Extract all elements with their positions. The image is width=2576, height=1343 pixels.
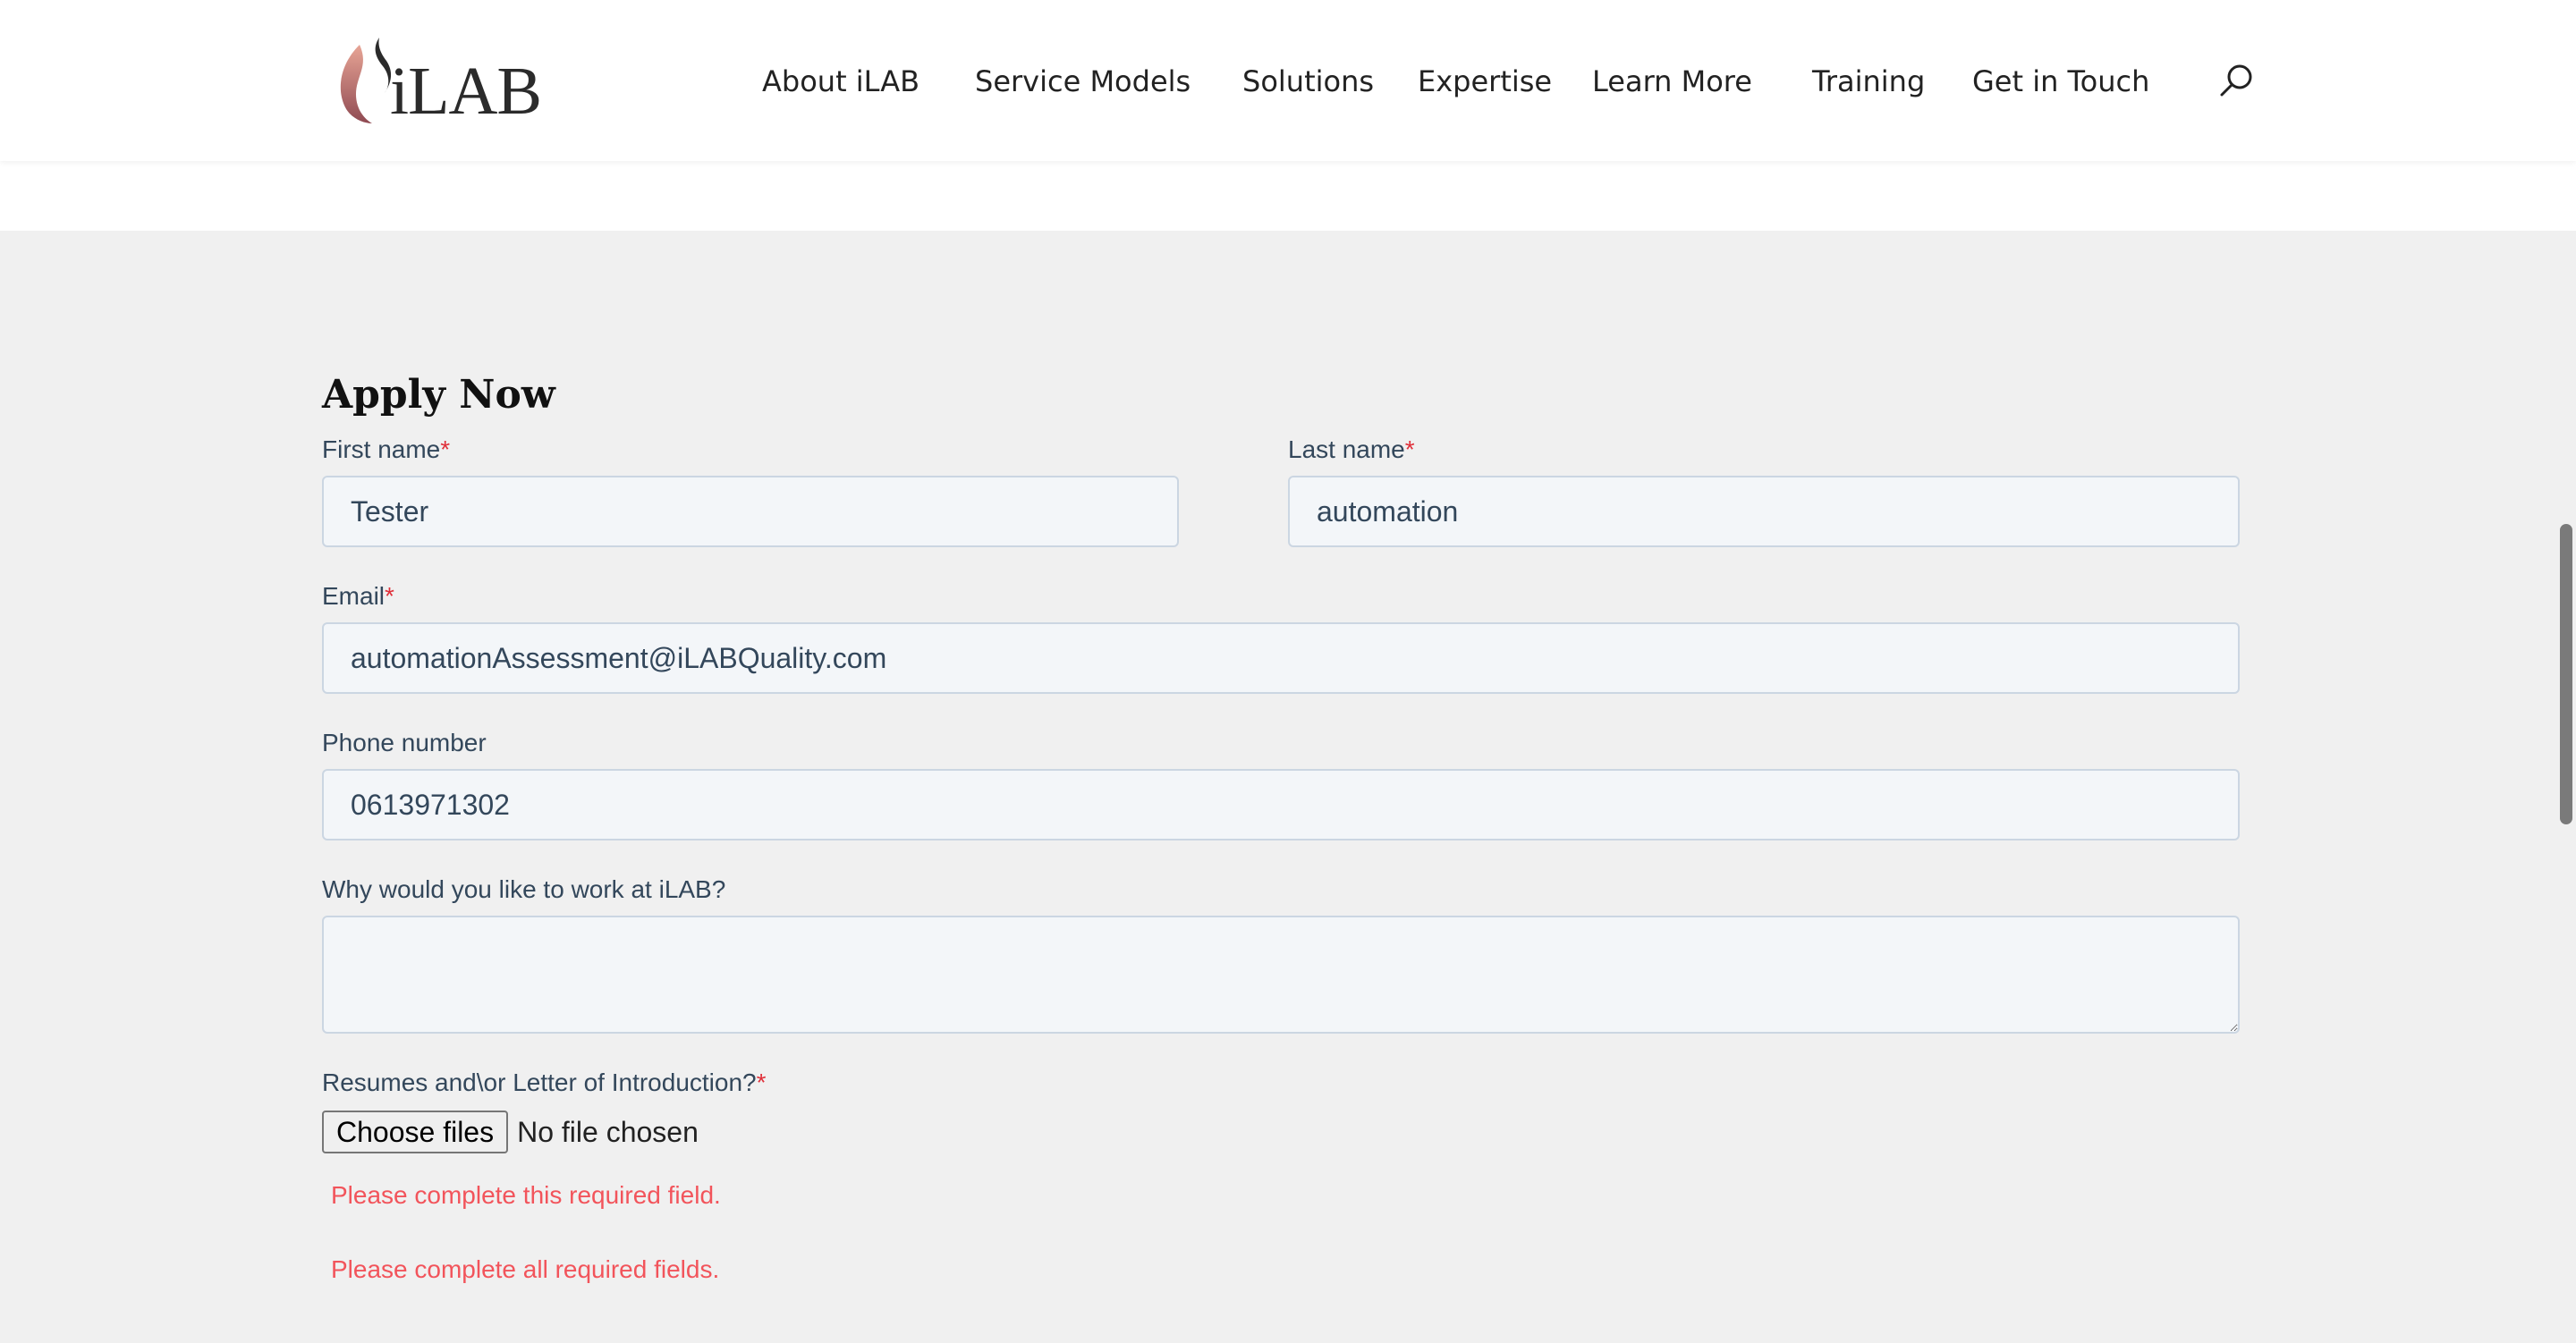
- form-error-message: Please complete all required fields.: [331, 1255, 720, 1283]
- nav-item-training[interactable]: Training: [1812, 59, 1925, 104]
- phone-field[interactable]: [322, 769, 2240, 840]
- file-status: No file chosen: [517, 1115, 699, 1148]
- required-marker: *: [385, 582, 394, 610]
- nav-item-solutions[interactable]: Solutions: [1242, 59, 1374, 104]
- first-name-label: First name*: [322, 435, 451, 463]
- required-marker: *: [756, 1068, 767, 1096]
- required-marker: *: [440, 435, 451, 463]
- page-scrollbar[interactable]: [2555, 0, 2576, 1343]
- phone-label: Phone number: [322, 729, 487, 756]
- first-name-field[interactable]: [322, 476, 1179, 547]
- nav-item-learn-more[interactable]: Learn More: [1592, 59, 1752, 104]
- email-field[interactable]: [322, 622, 2240, 694]
- nav-item-service-models[interactable]: Service Models: [975, 59, 1191, 104]
- why-label: Why would you like to work at iLAB?: [322, 875, 726, 903]
- flame-logo-icon: [340, 38, 392, 123]
- resume-label: Resumes and\or Letter of Introduction?*: [322, 1068, 767, 1096]
- header-spacer: [0, 161, 2576, 231]
- page: iLAB About iLAB Service Models Solutions…: [0, 0, 2576, 1343]
- nav-item-get-in-touch[interactable]: Get in Touch: [1972, 59, 2149, 104]
- scrollbar-thumb[interactable]: [2560, 524, 2572, 824]
- last-name-field[interactable]: [1288, 476, 2240, 547]
- email-label: Email*: [322, 582, 394, 610]
- search-icon: [2220, 64, 2252, 97]
- choose-files-button[interactable]: Choose files: [322, 1111, 509, 1153]
- file-input: Choose files No file chosen: [322, 1111, 699, 1153]
- logo[interactable]: iLAB: [333, 38, 547, 127]
- nav-item-expertise[interactable]: Expertise: [1418, 59, 1552, 104]
- nav-item-about[interactable]: About iLAB: [762, 59, 919, 104]
- required-marker: *: [1404, 435, 1415, 463]
- last-name-label: Last name*: [1288, 435, 1415, 463]
- why-textarea[interactable]: [322, 916, 2240, 1034]
- field-error-message: Please complete this required field.: [331, 1181, 721, 1209]
- logo-text: iLAB: [390, 54, 542, 129]
- form-title: Apply Now: [322, 372, 555, 418]
- search-button[interactable]: [2215, 59, 2259, 104]
- site-header: iLAB About iLAB Service Models Solutions…: [0, 0, 2576, 161]
